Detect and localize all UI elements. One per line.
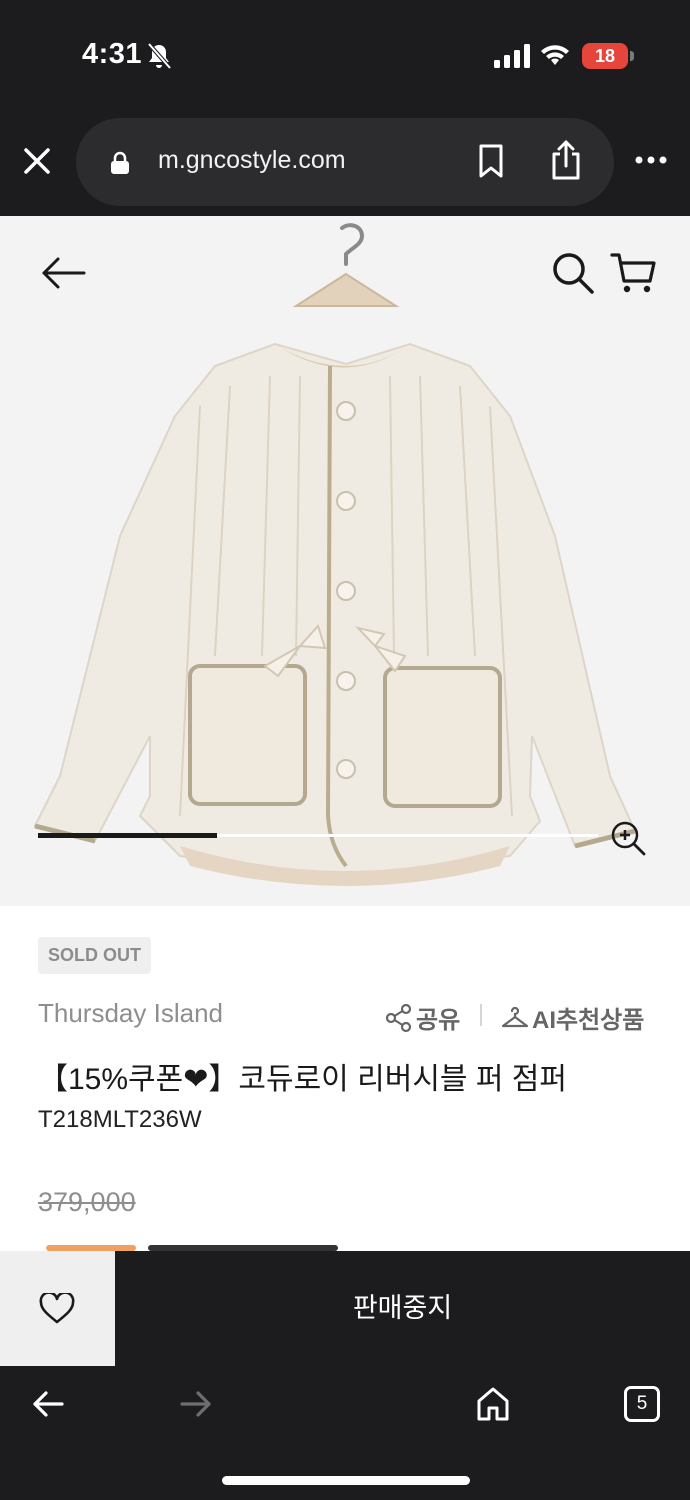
lock-icon	[111, 151, 129, 174]
wishlist-button[interactable]	[0, 1251, 115, 1366]
cart-icon[interactable]	[610, 252, 656, 294]
bell-slash-icon	[147, 42, 172, 70]
share-icon[interactable]	[550, 140, 582, 180]
brand-name[interactable]: Thursday Island	[38, 998, 223, 1029]
more-icon[interactable]	[634, 154, 668, 166]
status-time: 4:31	[82, 38, 143, 70]
gallery-progress-bar	[38, 833, 217, 838]
home-indicator	[222, 1476, 470, 1485]
zoom-in-icon[interactable]	[610, 820, 646, 856]
share-button[interactable]: 공유	[384, 1000, 460, 1035]
ai-recommend-button[interactable]: AI추천상품	[500, 1000, 644, 1035]
browser-toolbar: 5	[0, 1366, 690, 1500]
divider	[480, 1004, 482, 1026]
product-image-gallery[interactable]	[0, 216, 690, 906]
original-price: 379,000	[38, 1187, 136, 1217]
sale-stopped-button[interactable]: 판매중지	[115, 1251, 690, 1366]
product-photo	[33, 223, 637, 886]
heart-icon	[39, 1293, 75, 1324]
share-label: 공유	[416, 1007, 461, 1034]
battery-icon: 18	[582, 43, 628, 69]
hanger-icon	[501, 1006, 529, 1027]
back-arrow-icon[interactable]	[40, 256, 86, 290]
back-icon[interactable]	[32, 1390, 64, 1418]
product-title: 【15%쿠폰❤】코듀로이 리버시블 퍼 점퍼	[38, 1063, 567, 1096]
sold-out-badge: SOLD OUT	[38, 937, 151, 974]
url-text[interactable]: m.gncostyle.com	[158, 146, 346, 175]
search-icon[interactable]	[552, 252, 594, 294]
status-bar: 4:31 18	[0, 0, 690, 110]
battery-tip	[630, 51, 634, 61]
tabs-icon[interactable]: 5	[624, 1386, 660, 1422]
sale-price-partially-hidden	[38, 1243, 338, 1251]
product-code: T218MLT236W	[38, 1106, 202, 1133]
close-icon[interactable]	[22, 146, 52, 176]
wifi-icon	[541, 45, 569, 65]
browser-bar: m.gncostyle.com	[0, 110, 690, 216]
share-nodes-icon	[385, 1003, 412, 1032]
ai-recommend-label: AI추천상품	[532, 1007, 645, 1034]
forward-icon[interactable]	[180, 1390, 212, 1418]
purchase-bar: 판매중지	[0, 1251, 690, 1366]
cellular-signal-icon	[494, 44, 530, 68]
product-info: SOLD OUT Thursday Island 공유 AI추천상품 【15%쿠…	[0, 906, 690, 1251]
home-icon[interactable]	[476, 1386, 510, 1422]
bookmark-icon[interactable]	[478, 144, 504, 178]
